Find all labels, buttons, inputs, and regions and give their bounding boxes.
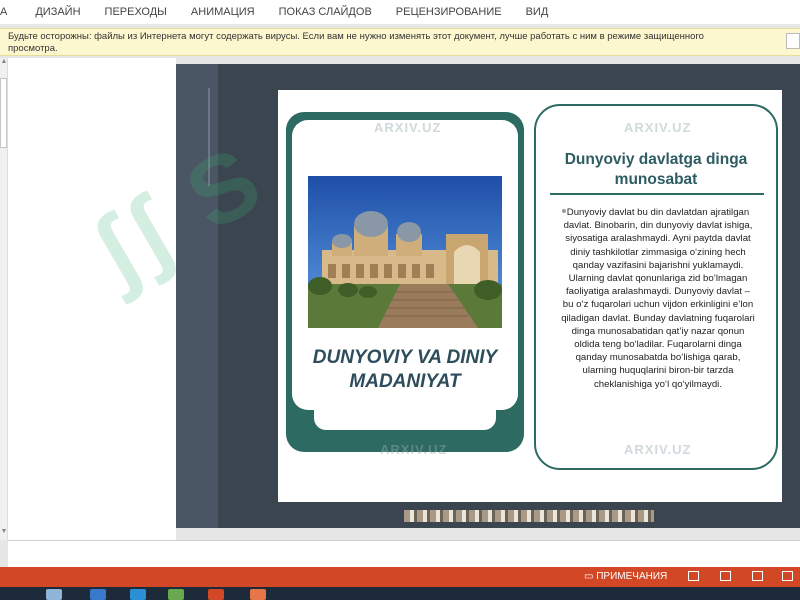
taskbar-app-icon[interactable] <box>90 589 106 600</box>
ribbon-tabs: А ДИЗАЙН ПЕРЕХОДЫ АНИМАЦИЯ ПОКАЗ СЛАЙДОВ… <box>0 0 800 24</box>
protected-view-bar: Будьте осторожны: файлы из Интернета мог… <box>0 28 800 56</box>
tab-file[interactable]: А <box>0 6 23 18</box>
thumbnails-scrollbar[interactable]: ▲ ▼ <box>0 58 8 540</box>
text-card-title[interactable]: Dunyoviy davlatga dinga munosabat <box>552 150 760 190</box>
status-bar: ▭ ПРИМЕЧАНИЯ <box>0 567 800 587</box>
reading-view-icon[interactable] <box>752 571 763 581</box>
slide-sorter-icon[interactable] <box>720 571 731 581</box>
taskbar-app-icon[interactable] <box>46 589 62 600</box>
notes-pane[interactable] <box>8 540 800 567</box>
watermark-text: ARXIV.UZ <box>374 120 442 135</box>
text-card-body[interactable]: Dunyoviy davlat bu din davlatdan ajratil… <box>560 206 756 391</box>
mosque-photo[interactable] <box>308 176 502 328</box>
tab-review[interactable]: РЕЦЕНЗИРОВАНИЕ <box>384 6 514 18</box>
notes-toggle-button[interactable]: ▭ ПРИМЕЧАНИЯ <box>584 571 667 582</box>
protected-view-message: Будьте осторожны: файлы из Интернета мог… <box>8 31 704 54</box>
watermark-text: ARXIV.UZ <box>380 442 448 457</box>
watermark-text: ARXIV.UZ <box>624 120 692 135</box>
tab-transitions[interactable]: ПЕРЕХОДЫ <box>93 6 179 18</box>
scroll-up-icon[interactable]: ▲ <box>0 58 8 70</box>
enable-editing-button[interactable] <box>786 33 800 49</box>
scrollbar-thumb[interactable] <box>0 78 7 148</box>
tab-design[interactable]: ДИЗАЙН <box>23 6 92 18</box>
slideshow-view-icon[interactable] <box>782 571 793 581</box>
taskbar <box>0 587 800 600</box>
tab-view[interactable]: ВИД <box>514 6 561 18</box>
tab-slideshow[interactable]: ПОКАЗ СЛАЙДОВ <box>267 6 384 18</box>
scroll-down-icon[interactable]: ▼ <box>0 528 8 540</box>
slide-thumbnails-pane[interactable] <box>0 58 176 540</box>
normal-view-icon[interactable] <box>688 571 699 581</box>
taskbar-app-icon[interactable] <box>130 589 146 600</box>
watermark-text: ARXIV.UZ <box>624 442 692 457</box>
notes-toggle-label: ПРИМЕЧАНИЯ <box>596 571 668 582</box>
title-underline <box>550 193 764 195</box>
image-strip <box>404 510 654 522</box>
slide-main-title[interactable]: DUNYOVIY VA DINIY MADANIYAT <box>292 346 518 394</box>
taskbar-app-icon[interactable] <box>168 589 184 600</box>
tab-animation[interactable]: АНИМАЦИЯ <box>179 6 267 18</box>
powerpoint-taskbar-icon[interactable] <box>208 589 224 600</box>
title-card-tab <box>314 400 496 430</box>
taskbar-app-icon[interactable] <box>250 589 266 600</box>
